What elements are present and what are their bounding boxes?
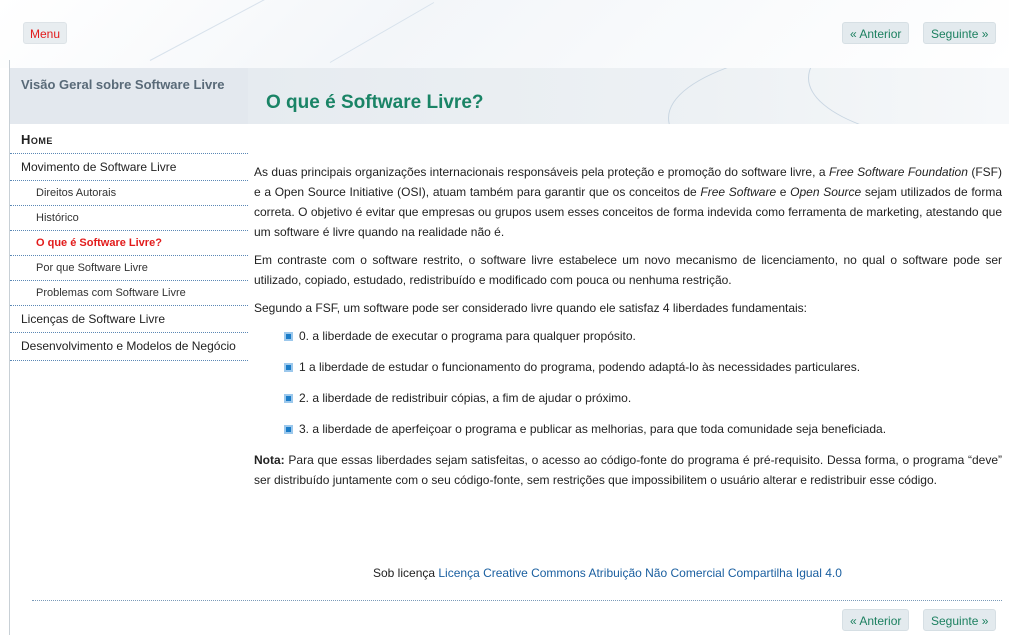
footer-next-button[interactable]: Seguinte »: [923, 609, 997, 631]
sidebar-nav: Home Movimento de Software Livre Direito…: [10, 124, 248, 361]
note-label: Nota:: [254, 453, 285, 467]
intro-fsf-name: Free Software Foundation: [828, 165, 968, 179]
bullet-square-icon: [284, 424, 293, 434]
next-button[interactable]: Seguinte »: [923, 22, 997, 44]
list-item: 1 a liberdade de estudar o funcionamento…: [284, 357, 1002, 377]
decor-line: [329, 2, 435, 63]
footer-previous-button[interactable]: « Anterior: [842, 609, 910, 631]
freedom-text: 2. a liberdade de redistribuir cópias, a…: [299, 391, 632, 405]
license-link[interactable]: Licença Creative Commons Atribuição Não …: [438, 566, 842, 580]
list-item: 3. a liberdade de aperfeiçoar o programa…: [284, 419, 1002, 439]
bullet-square-icon: [284, 331, 293, 341]
intro-free-software: Free Software: [700, 185, 777, 199]
main-content: As duas principais organizações internac…: [254, 162, 1002, 498]
sidebar-item-licencas[interactable]: Licenças de Software Livre: [10, 306, 248, 333]
decor-line: [149, 0, 292, 61]
note-text: Para que essas liberdades sejam satisfei…: [254, 453, 1002, 487]
footer-divider: [32, 600, 1002, 601]
sidebar-item-por-que-software-livre[interactable]: Por que Software Livre: [10, 256, 248, 281]
license-prefix: Sob licença: [373, 566, 439, 580]
list-item: 2. a liberdade de redistribuir cópias, a…: [284, 388, 1002, 408]
freedom-text: 1 a liberdade de estudar o funcionamento…: [299, 360, 861, 374]
sidebar-item-direitos-autorais[interactable]: Direitos Autorais: [10, 181, 248, 206]
sidebar-item-home[interactable]: Home: [10, 124, 248, 154]
freedom-text: 3. a liberdade de aperfeiçoar o programa…: [299, 422, 887, 436]
sidebar-item-desenvolvimento[interactable]: Desenvolvimento e Modelos de Negócio: [10, 333, 248, 361]
note-paragraph: Nota: Para que essas liberdades sejam sa…: [254, 450, 1002, 490]
intro-text-a: As duas principais organizações internac…: [254, 165, 829, 179]
contrast-paragraph: Em contraste com o software restrito, o …: [254, 253, 1002, 287]
freedoms-list: 0. a liberdade de executar o programa pa…: [284, 326, 1002, 439]
sidebar-item-movimento[interactable]: Movimento de Software Livre: [10, 154, 248, 181]
page-title: O que é Software Livre?: [266, 92, 484, 113]
sidebar-item-problemas[interactable]: Problemas com Software Livre: [10, 281, 248, 306]
sidebar-item-o-que-e-software-livre[interactable]: O que é Software Livre?: [10, 231, 248, 256]
intro-text-c: e: [776, 185, 791, 199]
bullet-square-icon: [284, 362, 293, 372]
sidebar-heading: Visão Geral sobre Software Livre: [21, 77, 225, 92]
list-item: 0. a liberdade de executar o programa pa…: [284, 326, 1002, 346]
menu-button[interactable]: Menu: [23, 22, 68, 44]
previous-button[interactable]: « Anterior: [842, 22, 910, 44]
license-line: Sob licença Licença Creative Commons Atr…: [373, 566, 842, 580]
freedom-text: 0. a liberdade de executar o programa pa…: [299, 329, 636, 343]
intro-paragraph: As duas principais organizações internac…: [254, 162, 1002, 242]
sidebar-header: Visão Geral sobre Software Livre: [10, 68, 248, 124]
freedoms-intro-paragraph: Segundo a FSF, um software pode ser cons…: [254, 301, 807, 315]
sidebar-item-historico[interactable]: Histórico: [10, 206, 248, 231]
content-header: O que é Software Livre?: [248, 68, 1009, 124]
intro-open-source: Open Source: [790, 185, 862, 199]
bullet-square-icon: [284, 393, 293, 403]
